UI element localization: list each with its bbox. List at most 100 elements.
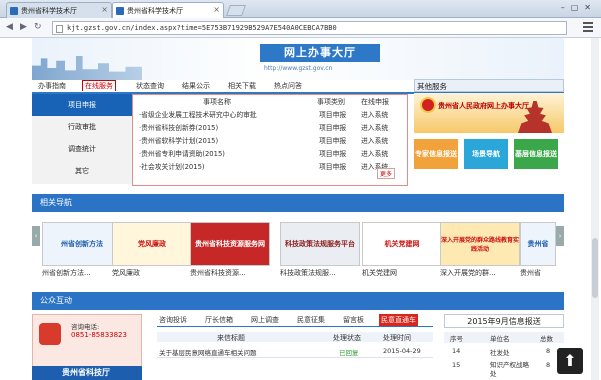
public-interaction: 咨询电话: 0851-85833823 贵州省科技厅 咨询投诉 厅长信箱 网上调… (32, 310, 564, 380)
related-nav-header: 相关导航 (32, 194, 564, 212)
national-emblem-icon (420, 97, 436, 113)
browser-tab-active[interactable]: 贵州省科学技术厅 × (112, 2, 224, 18)
project-name[interactable]: ·省级企业发展工程技术研究中心的审批 (139, 109, 257, 119)
link-card[interactable]: 科技政策法规服务平台 科技政策法规服... (280, 214, 366, 282)
project-type: 项目申报 (319, 111, 347, 119)
project-name[interactable]: ·贵州省科技创新券(2015) (139, 122, 218, 132)
report-no: 15 (452, 361, 461, 369)
enter-system-link[interactable]: 进入系统 (361, 122, 388, 132)
link-image: 州省创新方法 (42, 222, 122, 266)
link-caption: 深入开展党的群... (440, 269, 496, 277)
browser-menu-icon[interactable] (583, 22, 593, 32)
close-tab-icon[interactable]: × (213, 5, 220, 14)
browser-tab-bar: 贵州省科学技术厅 × 贵州省科学技术厅 × –▢✕ (0, 0, 601, 18)
nav-item-results[interactable]: 结果公示 (182, 81, 210, 91)
link-image: 科技政策法规服务平台 (280, 222, 360, 266)
scrollbar-thumb[interactable] (592, 238, 598, 298)
phone-number: 0851-85833823 (71, 331, 127, 339)
more-button[interactable]: 更多 (376, 168, 395, 179)
project-name[interactable]: ·贵州省专利申请资助(2015) (139, 148, 225, 158)
gov-hall-banner[interactable]: 贵州省人民政府网上办事大厅 (414, 93, 564, 133)
telephone-icon (39, 323, 61, 345)
new-tab-button[interactable] (225, 5, 247, 16)
grassroots-report-tile[interactable]: 基层信息报送 (514, 139, 558, 169)
interaction-tabs: 咨询投诉 厅长信箱 网上调查 民意征集 留言板 民意直通车 (157, 314, 433, 327)
link-caption: 党风廉政 (112, 269, 140, 277)
other-services-title: 其他服务 (414, 79, 564, 92)
expert-report-tile[interactable]: 专家信息报送 (414, 139, 458, 169)
kj-logo-bar[interactable]: 贵州省科技厅 (32, 366, 142, 380)
table-row: 14 社发处 8 (444, 346, 564, 357)
side-item-approval[interactable]: 行政审批 (32, 116, 132, 138)
site-favicon-icon (116, 7, 124, 15)
site-title: 网上办事大厅 (260, 44, 380, 62)
link-card[interactable]: 党风廉政 党风廉政 (112, 214, 198, 282)
enter-system-link[interactable]: 进入系统 (361, 109, 388, 119)
site-subtitle: http://www.gzst.gov.cn (264, 65, 333, 72)
header-status: 处理状态 (333, 334, 361, 342)
tab-director-mailbox[interactable]: 厅长信箱 (205, 315, 233, 325)
report-unit: 知识产权战略处 (490, 361, 529, 378)
table-row: ·省级企业发展工程技术研究中心的审批 项目申报 进入系统 (133, 109, 407, 120)
hotline-box: 咨询电话: 0851-85833823 (32, 314, 142, 372)
back-to-top-button[interactable]: ⬆ (557, 348, 583, 374)
table-row: ·贵州省软科学计划(2015) 项目申报 进入系统 (133, 135, 407, 146)
close-tab-icon[interactable]: × (101, 5, 108, 14)
tab-title: 贵州省科学技术厅 (127, 7, 183, 15)
side-item-survey[interactable]: 调查统计 (32, 138, 132, 160)
tab-message-board[interactable]: 留言板 (343, 315, 364, 325)
nav-item-guide[interactable]: 办事指南 (38, 81, 66, 91)
link-caption: 机关党建网 (362, 269, 397, 277)
tab-opinion[interactable]: 民意征集 (297, 315, 325, 325)
gov-hall-text: 贵州省人民政府网上办事大厅 (438, 102, 529, 110)
project-type: 项目申报 (319, 124, 347, 132)
back-icon[interactable]: ◀ (6, 22, 13, 32)
tab-consult[interactable]: 咨询投诉 (159, 315, 187, 325)
table-row: ·社会攻关计划(2015) 项目申报 进入系统 (133, 161, 407, 172)
table-row: 15 知识产权战略处 8 (444, 360, 564, 378)
report-count: 8 (546, 361, 551, 369)
table-row: ·贵州省科技创新券(2015) 项目申报 进入系统 (133, 122, 407, 133)
tab-online-survey[interactable]: 网上调查 (251, 315, 279, 325)
reload-icon[interactable]: ↻ (34, 22, 42, 32)
tab-title: 贵州省科学技术厅 (21, 7, 77, 15)
enter-system-link[interactable]: 进入系统 (361, 135, 388, 145)
link-image: 贵州省 (520, 222, 556, 266)
other-services-panel: 贵州省人民政府网上办事大厅 专家信息报送 场景导航 基层信息报送 (414, 93, 564, 187)
report-no: 14 (452, 347, 461, 355)
url-text: kjt.gzst.gov.cn/index.aspx?time=5E753B71… (67, 24, 337, 32)
project-type: 项目申报 (319, 137, 347, 145)
nav-item-status[interactable]: 状态查询 (136, 81, 164, 91)
project-name[interactable]: ·社会攻关计划(2015) (139, 161, 205, 171)
project-name[interactable]: ·贵州省软科学计划(2015) (139, 135, 218, 145)
link-card[interactable]: 贵州省科技资源服务网 贵州省科技资源... (190, 214, 276, 282)
side-item-other[interactable]: 其它 (32, 160, 132, 182)
header-no: 序号 (450, 335, 463, 343)
link-image: 深入开展党的群众路线教育实践活动 (440, 222, 520, 266)
tab-public-opinion-express[interactable]: 民意直通车 (379, 314, 418, 326)
link-card[interactable]: 机关党建网 机关党建网 (362, 214, 448, 282)
url-input[interactable]: kjt.gzst.gov.cn/index.aspx?time=5E753B71… (52, 21, 567, 35)
report-count: 8 (546, 347, 551, 355)
public-interaction-header: 公众互动 (32, 292, 564, 310)
table-row: 关于基层民意网络直通车相关问题 已回复 2015-04-29 (157, 346, 433, 357)
header-title: 来信标题 (217, 334, 245, 342)
page-scrollbar[interactable] (591, 38, 599, 380)
section-title: 公众互动 (40, 296, 72, 305)
link-image: 机关党建网 (362, 222, 442, 266)
link-card[interactable]: 深入开展党的群众路线教育实践活动 深入开展党的群... (440, 214, 526, 282)
scene-nav-tile[interactable]: 场景导航 (464, 139, 508, 169)
window-controls[interactable]: –▢✕ (561, 3, 597, 12)
enter-system-link[interactable]: 进入系统 (361, 148, 388, 158)
project-list-panel: 事项名称 事项类别 在线申报 ·省级企业发展工程技术研究中心的审批 项目申报 进… (132, 94, 408, 186)
letter-time: 2015-04-29 (383, 347, 421, 355)
letter-title[interactable]: 关于基层民意网络直通车相关问题 (159, 347, 257, 357)
browser-tab[interactable]: 贵州省科学技术厅 × (6, 2, 112, 18)
nav-item-online-service[interactable]: 在线服务 (82, 80, 116, 91)
nav-item-faq[interactable]: 热点问答 (274, 81, 302, 91)
side-item-project[interactable]: 项目申报 (32, 94, 132, 116)
nav-item-downloads[interactable]: 相关下载 (228, 81, 256, 91)
link-image: 党风廉政 (112, 222, 192, 266)
forward-icon[interactable]: ▶ (20, 22, 27, 32)
link-card[interactable]: 贵州省 贵州省 (520, 214, 556, 282)
